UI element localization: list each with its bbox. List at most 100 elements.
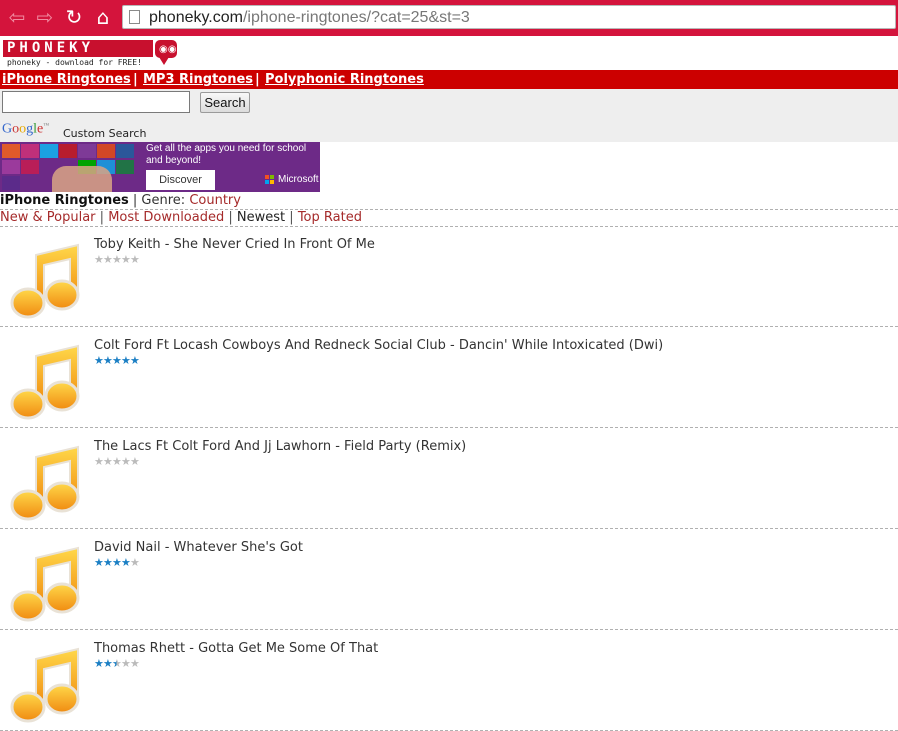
ringtone-title[interactable]: Toby Keith - She Never Cried In Front Of… [94,237,375,253]
sort-top-rated[interactable]: Top Rated [298,210,362,225]
ad-headline: Get all the apps you need for school and… [146,143,307,166]
sort-separator: | [289,210,294,225]
logo-tagline: phoneky - download for FREE! [7,58,142,67]
rating-stars: ★★★★★ [94,253,140,266]
star-icon: ★ [130,253,140,266]
star-icon: ★ [121,657,131,670]
star-icon: ★ [94,354,104,367]
star-icon: ★ [121,455,131,468]
browser-toolbar: ⇦ ⇨ ↻ ⌂ phoneky.com/iphone-ringtones/?ca… [0,0,898,36]
url-path: /iphone-ringtones/?cat=25&st=3 [242,9,470,26]
sort-separator: | [99,210,105,225]
star-icon: ★ [94,253,104,266]
star-icon: ★ [103,455,113,468]
breadcrumb: iPhone Ringtones | Genre: Country [0,193,241,209]
ad-app-tile [2,176,20,190]
ringtone-title[interactable]: David Nail - Whatever She's Got [94,540,303,556]
star-icon: ★ [112,556,122,569]
google-logo: Google™ [2,118,49,138]
divider [0,528,898,529]
rating-stars: ★★★★★ [94,657,140,670]
ad-app-tile [2,144,20,158]
ringtone-row[interactable]: The Lacs Ft Colt Ford And Jj Lawhorn - F… [0,429,898,529]
ringtone-title[interactable]: Colt Ford Ft Locash Cowboys And Redneck … [94,338,663,354]
divider [0,427,898,428]
back-arrow-icon[interactable]: ⇦ [6,6,28,28]
sort-separator: | [228,210,233,225]
microsoft-logo-icon [265,175,275,185]
ringtone-row[interactable]: Toby Keith - She Never Cried In Front Of… [0,227,898,327]
star-icon: ★ [121,556,131,569]
gamepad-icon: ◉◉ [159,44,177,55]
ad-app-tile [78,144,96,158]
search-button[interactable]: Search [200,92,250,113]
ad-app-tile [2,160,20,174]
sort-most-downloaded[interactable]: Most Downloaded [108,210,224,225]
ad-app-tile [21,144,39,158]
star-icon: ★ [121,253,131,266]
rating-stars: ★★★★★ [94,455,140,468]
sort-bar: New & Popular | Most Downloaded | Newest… [0,210,362,226]
url-host: phoneky.com [149,9,243,26]
music-note-icon[interactable] [6,544,84,624]
search-area: Search Google™ Custom Search [0,89,898,142]
star-icon: ★ [130,657,140,670]
site-logo[interactable]: PHONEKY ◉◉ phoneky - download for FREE! [3,40,179,68]
star-icon: ★ [112,253,122,266]
star-icon: ★ [94,455,104,468]
ringtone-row[interactable]: Thomas Rhett - Gotta Get Me Some Of That… [0,631,898,731]
star-icon: ★ [103,253,113,266]
ad-hand-image [52,166,112,192]
star-icon: ★ [130,354,140,367]
ad-app-tile [97,144,115,158]
category-link-polyphonic[interactable]: Polyphonic Ringtones [265,71,424,88]
ringtone-row[interactable]: Colt Ford Ft Locash Cowboys And Redneck … [0,328,898,428]
page-title[interactable]: iPhone Ringtones [0,193,129,208]
divider [0,629,898,630]
forward-arrow-icon[interactable]: ⇨ [34,6,56,28]
sort-newest: Newest [236,210,286,225]
music-note-icon[interactable] [6,443,84,523]
ad-banner[interactable]: Get all the apps you need for school and… [0,142,320,192]
sort-new-popular[interactable]: New & Popular [0,210,96,225]
star-icon: ★ [94,657,104,670]
divider [0,326,898,327]
genre-label: Genre: [141,193,186,208]
ad-app-tile [40,144,58,158]
custom-search-label: Custom Search [63,127,147,140]
category-link-iphone[interactable]: iPhone Ringtones [2,71,131,88]
ad-app-tile [116,160,134,174]
logo-text: PHONEKY [7,40,95,56]
category-separator: | [255,72,260,87]
ad-app-tile [59,144,77,158]
music-note-icon[interactable] [6,342,84,422]
music-note-icon[interactable] [6,645,84,725]
ad-brand: Microsoft [278,174,319,185]
url-text: phoneky.com/iphone-ringtones/?cat=25&st=… [149,8,470,27]
ringtone-row[interactable]: David Nail - Whatever She's Got ★★★★★ [0,530,898,630]
star-half-icon: ★ [112,657,122,670]
rating-stars: ★★★★★ [94,354,140,367]
search-input[interactable] [2,91,190,113]
logo-bubble-tail [159,57,169,65]
star-icon: ★ [112,354,122,367]
address-bar[interactable]: phoneky.com/iphone-ringtones/?cat=25&st=… [122,5,896,29]
star-icon: ★ [130,455,140,468]
breadcrumb-separator: | [132,193,138,208]
genre-link[interactable]: Country [189,193,241,208]
star-icon: ★ [130,556,140,569]
category-bar: iPhone Ringtones | MP3 Ringtones | Polyp… [0,70,898,89]
category-separator: | [133,72,138,87]
ringtone-title[interactable]: Thomas Rhett - Gotta Get Me Some Of That [94,641,378,657]
star-icon: ★ [103,657,113,670]
reload-icon[interactable]: ↻ [63,6,85,28]
star-icon: ★ [121,354,131,367]
category-link-mp3[interactable]: MP3 Ringtones [143,71,253,88]
google-trademark: ™ [43,123,50,129]
home-icon[interactable]: ⌂ [92,6,114,28]
ad-discover-button[interactable]: Discover more [146,170,215,190]
ringtone-title[interactable]: The Lacs Ft Colt Ford And Jj Lawhorn - F… [94,439,466,455]
ad-app-tile [21,160,39,174]
music-note-icon[interactable] [6,241,84,321]
star-icon: ★ [103,354,113,367]
